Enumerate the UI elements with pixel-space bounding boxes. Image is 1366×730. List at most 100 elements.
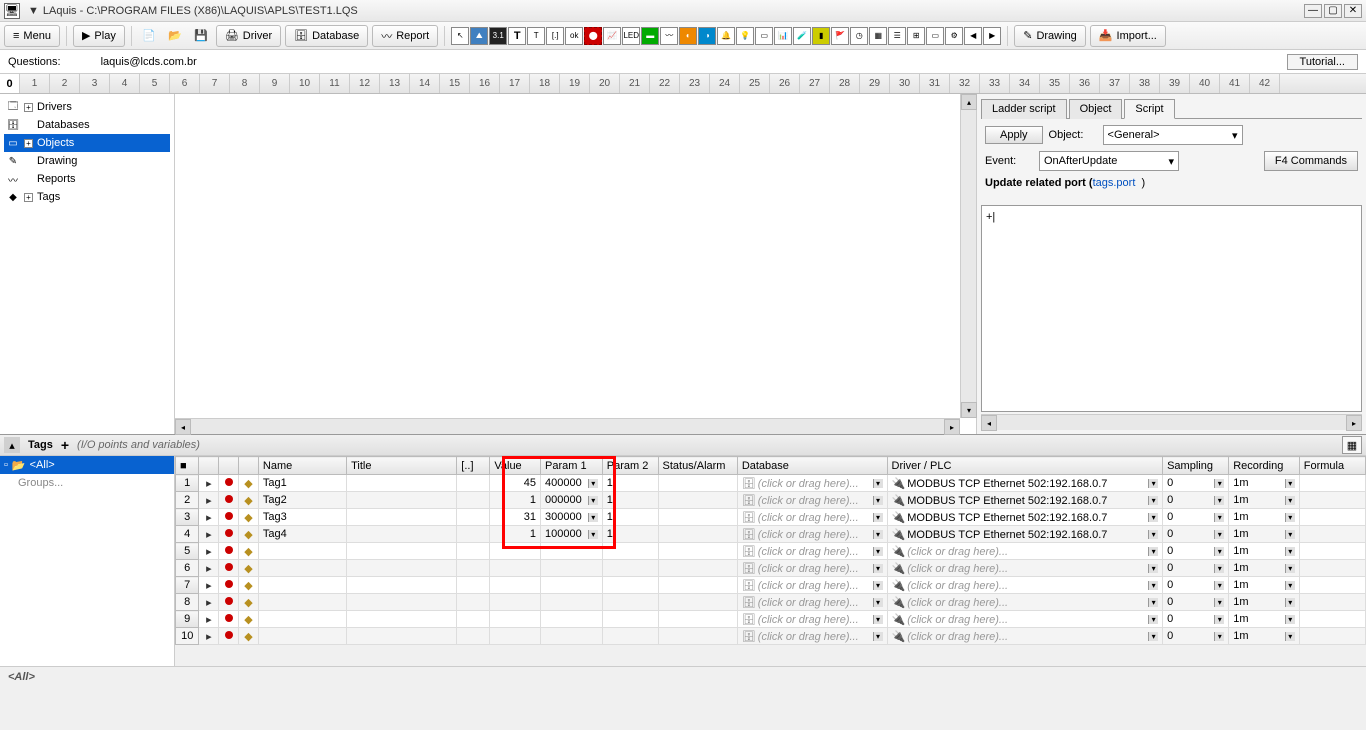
ruler-cell[interactable]: 21 (620, 74, 650, 93)
canvas-scrollbar-v[interactable]: ▴▾ (960, 94, 976, 418)
ruler-cell[interactable]: 26 (770, 74, 800, 93)
tree-item-drivers[interactable]: 🗔+Drivers (4, 98, 170, 116)
column-header[interactable]: Driver / PLC (887, 457, 1163, 475)
gauge2-tool-icon[interactable]: ◑ (698, 27, 716, 45)
table-row[interactable]: 10▸◆🗄(click or drag here)...▾🔌(click or … (176, 628, 1366, 645)
tags-tree-groups[interactable]: Groups... (0, 474, 174, 492)
column-header[interactable] (239, 457, 259, 475)
save-icon[interactable]: 💾 (190, 25, 212, 47)
grid-tool-icon[interactable]: ▦ (869, 27, 887, 45)
ruler-cell[interactable]: 15 (440, 74, 470, 93)
ruler-cell[interactable]: 39 (1160, 74, 1190, 93)
table-row[interactable]: 5▸◆🗄(click or drag here)...▾🔌(click or d… (176, 543, 1366, 560)
wave-tool-icon[interactable]: 〰 (660, 27, 678, 45)
list-tool-icon[interactable]: ☰ (888, 27, 906, 45)
ruler-cell[interactable]: 38 (1130, 74, 1160, 93)
tags-grid-toggle-icon[interactable]: ▦ (1342, 436, 1362, 454)
ruler-cell[interactable]: 5 (140, 74, 170, 93)
ruler-cell[interactable]: 22 (650, 74, 680, 93)
ruler-cell[interactable]: 29 (860, 74, 890, 93)
script-editor[interactable]: +| (981, 205, 1362, 412)
text2-tool-icon[interactable]: T (527, 27, 545, 45)
report-button[interactable]: 〰 Report (372, 25, 438, 47)
table-row[interactable]: 7▸◆🗄(click or drag here)...▾🔌(click or d… (176, 577, 1366, 594)
ruler-cell[interactable]: 24 (710, 74, 740, 93)
close-button[interactable]: ✕ (1344, 4, 1362, 18)
script-scrollbar-h[interactable]: ◂▸ (981, 414, 1362, 430)
ruler-cell[interactable]: 16 (470, 74, 500, 93)
column-header[interactable]: Name (258, 457, 346, 475)
column-header[interactable]: Title (347, 457, 457, 475)
window-tool-icon[interactable]: ▭ (755, 27, 773, 45)
ruler-cell[interactable]: 19 (560, 74, 590, 93)
ruler-cell[interactable]: 10 (290, 74, 320, 93)
column-header[interactable]: Recording (1229, 457, 1300, 475)
ruler-cell[interactable]: 20 (590, 74, 620, 93)
bar-tool-icon[interactable]: ▮ (812, 27, 830, 45)
ruler-cell[interactable]: 4 (110, 74, 140, 93)
ruler-cell[interactable]: 11 (320, 74, 350, 93)
left-tool-icon[interactable]: ◀ (964, 27, 982, 45)
tab-ruler[interactable]: 0 12345678910111213141516171819202122232… (0, 74, 1366, 94)
tree-item-databases[interactable]: 🗄Databases (4, 116, 170, 134)
ruler-cell[interactable]: 9 (260, 74, 290, 93)
record-tool-icon[interactable]: ⬤ (584, 27, 602, 45)
ruler-cell[interactable]: 30 (890, 74, 920, 93)
ruler-cell[interactable]: 27 (800, 74, 830, 93)
meter-tool-icon[interactable]: ◷ (850, 27, 868, 45)
ruler-cell[interactable]: 18 (530, 74, 560, 93)
ruler-cell[interactable]: 40 (1190, 74, 1220, 93)
driver-button[interactable]: 🖨 Driver (216, 25, 281, 47)
ruler-cell[interactable]: 31 (920, 74, 950, 93)
column-header[interactable]: Sampling (1163, 457, 1229, 475)
gauge1-tool-icon[interactable]: ◐ (679, 27, 697, 45)
tank-tool-icon[interactable]: 🧪 (793, 27, 811, 45)
ruler-cell[interactable]: 7 (200, 74, 230, 93)
tags-tree-all[interactable]: ▫📂<All> (0, 456, 174, 474)
tree-item-objects[interactable]: ▭+Objects (4, 134, 170, 152)
titlebar-dropdown-icon[interactable]: ▼ (28, 5, 39, 17)
ruler-cell[interactable]: 33 (980, 74, 1010, 93)
table-tool-icon[interactable]: ⊞ (907, 27, 925, 45)
tags-collapse-icon[interactable]: ▴ (4, 437, 20, 453)
canvas-area[interactable]: ▴▾ ◂▸ (175, 94, 976, 434)
tags-add-button[interactable]: + (61, 437, 69, 453)
ruler-cell[interactable]: 25 (740, 74, 770, 93)
ruler-cell[interactable]: 17 (500, 74, 530, 93)
ruler-cell[interactable]: 12 (350, 74, 380, 93)
f4-commands-button[interactable]: F4 Commands (1264, 151, 1358, 171)
import-button[interactable]: 📥 Import... (1090, 25, 1166, 47)
tab-ladder-script[interactable]: Ladder script (981, 99, 1067, 119)
ruler-tab-0[interactable]: 0 (0, 74, 20, 93)
table-row[interactable]: 4▸◆Tag41100000▾1🗄(click or drag here)...… (176, 526, 1366, 543)
minimize-button[interactable]: — (1304, 4, 1322, 18)
object-combo[interactable]: <General>▾ (1103, 125, 1243, 145)
ruler-cell[interactable]: 3 (80, 74, 110, 93)
column-header[interactable] (199, 457, 219, 475)
ruler-cell[interactable]: 35 (1040, 74, 1070, 93)
rect-tool-icon[interactable]: ▭ (926, 27, 944, 45)
ruler-cell[interactable]: 14 (410, 74, 440, 93)
table-row[interactable]: 8▸◆🗄(click or drag here)...▾🔌(click or d… (176, 594, 1366, 611)
tree-item-drawing[interactable]: ✎Drawing (4, 152, 170, 170)
column-header[interactable]: Param 1 (541, 457, 603, 475)
tab-object[interactable]: Object (1069, 99, 1123, 119)
ruler-cell[interactable]: 37 (1100, 74, 1130, 93)
column-header[interactable]: Status/Alarm (658, 457, 737, 475)
trend-tool-icon[interactable]: 📊 (774, 27, 792, 45)
ruler-cell[interactable]: 32 (950, 74, 980, 93)
maximize-button[interactable]: ▢ (1324, 4, 1342, 18)
flag-tool-icon[interactable]: 🚩 (831, 27, 849, 45)
column-header[interactable]: Formula (1299, 457, 1365, 475)
new-icon[interactable]: 📄 (138, 25, 160, 47)
ruler-cell[interactable]: 41 (1220, 74, 1250, 93)
table-row[interactable]: 2▸◆Tag21000000▾1🗄(click or drag here)...… (176, 492, 1366, 509)
column-header[interactable]: Param 2 (602, 457, 658, 475)
ruler-cell[interactable]: 42 (1250, 74, 1280, 93)
canvas-scrollbar-h[interactable]: ◂▸ (175, 418, 960, 434)
panel-tool-icon[interactable]: ▬ (641, 27, 659, 45)
ruler-cell[interactable]: 34 (1010, 74, 1040, 93)
image-tool-icon[interactable]: ⛰ (470, 27, 488, 45)
drawing-button[interactable]: ✎ Drawing (1014, 25, 1086, 47)
alarm-tool-icon[interactable]: 🔔 (717, 27, 735, 45)
